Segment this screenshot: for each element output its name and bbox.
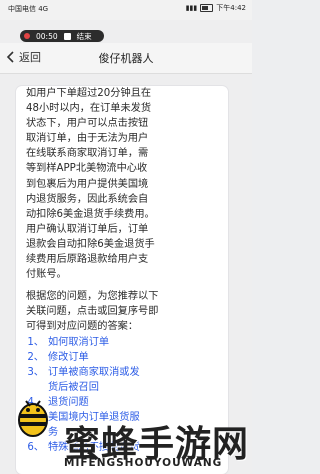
recording-stop-label[interactable]: 结束 [77,31,92,42]
bee-logo-icon [18,400,48,437]
question-link[interactable]: 如何取消订单 [48,337,109,348]
message-line: 状态下，用户可以点击按钮 [26,118,149,130]
question-link[interactable]: 订单被商家取消或发 [48,367,140,378]
message-line: 续费用后原路退款给用户支 [26,254,149,266]
status-bar: 中国电信 4G ▮▮▮ 下午4:42 [0,0,252,20]
suggested-question-item[interactable]: 2、 修改订单 [26,350,220,365]
clock-time: 下午4:42 [216,4,246,12]
message-line: 在线联系商家取消订单，需 [26,148,149,160]
question-number: 1、 [27,336,44,348]
message-line: 如用户下单超过20分钟且在 [26,88,152,99]
suggested-question-item[interactable]: 货后被召回 [26,380,220,395]
battery-icon [200,4,214,12]
screen-recording-pill[interactable]: 00:50 结束 [20,30,104,42]
signal-icon: ▮▮▮ [185,4,198,12]
screen: 中国电信 4G ▮▮▮ 下午4:42 00:50 结束 返回 俊仔机器人 如用户… [0,0,252,474]
chat-title: 俊仔机器人 [98,52,154,65]
question-link[interactable]: 修改订单 [48,352,89,363]
suggested-question-item[interactable]: 3、 订单被商家取消或发 [26,365,220,380]
message-line: 等到样APP北美物流中心收 [26,163,148,175]
prompt-line: 可得到对应问题的答案： [26,321,139,333]
message-line: 到包裹后为用户提供美国境 [26,178,149,190]
prompt-line: 根据您的问题，为您推荐以下 [26,291,159,303]
prompt-line: 关联问题，点击或回复序号即 [26,306,159,318]
message-line: 48小时以内，在订单未发货 [26,103,152,115]
watermark-sub: MIFENGSHOUYOUWANG [64,457,223,469]
status-right: ▮▮▮ 下午4:42 [186,3,246,13]
question-link[interactable]: 货后被召回 [48,382,99,393]
recording-dot-icon [24,33,30,39]
question-number: 3、 [27,366,44,378]
carrier-label: 中国电信 4G [8,5,49,13]
message-line: 用户确认取消订单后，订单 [26,223,149,235]
message-line: 动扣除6美金退货手续费用。 [26,208,155,220]
message-line: 取消订单，由于无法为用户 [26,133,149,145]
question-number: 6、 [27,442,44,454]
message-line: 退款会自动扣除6美金退货手 [26,238,155,250]
question-number: 2、 [27,351,44,363]
message-line: 付账号。 [26,269,67,281]
recording-elapsed: 00:50 [36,31,58,41]
suggested-question-item[interactable]: 1、 如何取消订单 [26,335,220,350]
stop-icon[interactable] [63,32,71,40]
chat-header: 返回 俊仔机器人 [0,43,252,74]
message-line: 内退货服务，因此系统会自 [26,193,149,205]
